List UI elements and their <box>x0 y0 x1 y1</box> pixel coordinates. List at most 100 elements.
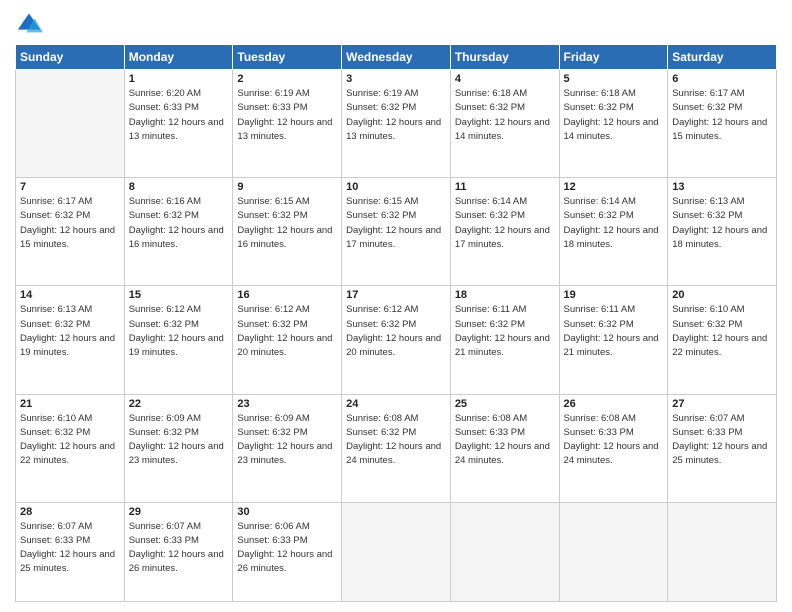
day-info: Sunrise: 6:12 AMSunset: 6:32 PMDaylight:… <box>237 303 337 360</box>
calendar-cell: 13 Sunrise: 6:13 AMSunset: 6:32 PMDaylig… <box>668 178 777 286</box>
calendar-cell <box>342 502 451 601</box>
calendar-cell <box>559 502 668 601</box>
day-number: 26 <box>564 398 664 410</box>
day-number: 15 <box>129 289 229 301</box>
day-info: Sunrise: 6:14 AMSunset: 6:32 PMDaylight:… <box>564 195 664 252</box>
day-info: Sunrise: 6:13 AMSunset: 6:32 PMDaylight:… <box>20 303 120 360</box>
day-number: 7 <box>20 181 120 193</box>
calendar-cell: 10 Sunrise: 6:15 AMSunset: 6:32 PMDaylig… <box>342 178 451 286</box>
day-info: Sunrise: 6:20 AMSunset: 6:33 PMDaylight:… <box>129 87 229 144</box>
calendar-cell: 21 Sunrise: 6:10 AMSunset: 6:32 PMDaylig… <box>16 394 125 502</box>
day-info: Sunrise: 6:10 AMSunset: 6:32 PMDaylight:… <box>672 303 772 360</box>
calendar-cell: 3 Sunrise: 6:19 AMSunset: 6:32 PMDayligh… <box>342 70 451 178</box>
calendar-cell: 19 Sunrise: 6:11 AMSunset: 6:32 PMDaylig… <box>559 286 668 394</box>
calendar-cell: 14 Sunrise: 6:13 AMSunset: 6:32 PMDaylig… <box>16 286 125 394</box>
day-info: Sunrise: 6:12 AMSunset: 6:32 PMDaylight:… <box>129 303 229 360</box>
calendar-cell: 27 Sunrise: 6:07 AMSunset: 6:33 PMDaylig… <box>668 394 777 502</box>
day-number: 14 <box>20 289 120 301</box>
day-number: 24 <box>346 398 446 410</box>
day-number: 13 <box>672 181 772 193</box>
day-info: Sunrise: 6:16 AMSunset: 6:32 PMDaylight:… <box>129 195 229 252</box>
calendar-cell: 1 Sunrise: 6:20 AMSunset: 6:33 PMDayligh… <box>124 70 233 178</box>
day-number: 30 <box>237 506 337 518</box>
day-info: Sunrise: 6:07 AMSunset: 6:33 PMDaylight:… <box>20 520 120 577</box>
calendar-cell: 22 Sunrise: 6:09 AMSunset: 6:32 PMDaylig… <box>124 394 233 502</box>
calendar-cell: 30 Sunrise: 6:06 AMSunset: 6:33 PMDaylig… <box>233 502 342 601</box>
calendar-cell: 7 Sunrise: 6:17 AMSunset: 6:32 PMDayligh… <box>16 178 125 286</box>
day-header-sunday: Sunday <box>16 45 125 70</box>
day-number: 9 <box>237 181 337 193</box>
day-info: Sunrise: 6:14 AMSunset: 6:32 PMDaylight:… <box>455 195 555 252</box>
calendar-cell: 15 Sunrise: 6:12 AMSunset: 6:32 PMDaylig… <box>124 286 233 394</box>
day-header-row: SundayMondayTuesdayWednesdayThursdayFrid… <box>16 45 777 70</box>
day-info: Sunrise: 6:07 AMSunset: 6:33 PMDaylight:… <box>129 520 229 577</box>
day-number: 25 <box>455 398 555 410</box>
day-info: Sunrise: 6:17 AMSunset: 6:32 PMDaylight:… <box>672 87 772 144</box>
day-header-saturday: Saturday <box>668 45 777 70</box>
day-header-wednesday: Wednesday <box>342 45 451 70</box>
day-number: 1 <box>129 73 229 85</box>
day-info: Sunrise: 6:10 AMSunset: 6:32 PMDaylight:… <box>20 412 120 469</box>
day-number: 18 <box>455 289 555 301</box>
day-info: Sunrise: 6:11 AMSunset: 6:32 PMDaylight:… <box>564 303 664 360</box>
calendar-header: SundayMondayTuesdayWednesdayThursdayFrid… <box>16 45 777 70</box>
day-header-tuesday: Tuesday <box>233 45 342 70</box>
calendar-cell: 2 Sunrise: 6:19 AMSunset: 6:33 PMDayligh… <box>233 70 342 178</box>
logo-icon <box>15 10 43 38</box>
day-number: 4 <box>455 73 555 85</box>
day-info: Sunrise: 6:11 AMSunset: 6:32 PMDaylight:… <box>455 303 555 360</box>
calendar-cell: 9 Sunrise: 6:15 AMSunset: 6:32 PMDayligh… <box>233 178 342 286</box>
calendar-cell: 23 Sunrise: 6:09 AMSunset: 6:32 PMDaylig… <box>233 394 342 502</box>
day-number: 29 <box>129 506 229 518</box>
calendar-table: SundayMondayTuesdayWednesdayThursdayFrid… <box>15 44 777 602</box>
day-info: Sunrise: 6:18 AMSunset: 6:32 PMDaylight:… <box>455 87 555 144</box>
calendar-cell <box>668 502 777 601</box>
calendar-cell: 18 Sunrise: 6:11 AMSunset: 6:32 PMDaylig… <box>450 286 559 394</box>
day-info: Sunrise: 6:09 AMSunset: 6:32 PMDaylight:… <box>129 412 229 469</box>
calendar-cell: 28 Sunrise: 6:07 AMSunset: 6:33 PMDaylig… <box>16 502 125 601</box>
day-number: 10 <box>346 181 446 193</box>
calendar-cell: 20 Sunrise: 6:10 AMSunset: 6:32 PMDaylig… <box>668 286 777 394</box>
day-number: 11 <box>455 181 555 193</box>
day-number: 6 <box>672 73 772 85</box>
day-number: 28 <box>20 506 120 518</box>
calendar-cell: 24 Sunrise: 6:08 AMSunset: 6:32 PMDaylig… <box>342 394 451 502</box>
calendar-body: 1 Sunrise: 6:20 AMSunset: 6:33 PMDayligh… <box>16 70 777 602</box>
day-number: 19 <box>564 289 664 301</box>
day-info: Sunrise: 6:19 AMSunset: 6:33 PMDaylight:… <box>237 87 337 144</box>
day-header-friday: Friday <box>559 45 668 70</box>
calendar-week-3: 14 Sunrise: 6:13 AMSunset: 6:32 PMDaylig… <box>16 286 777 394</box>
day-info: Sunrise: 6:09 AMSunset: 6:32 PMDaylight:… <box>237 412 337 469</box>
calendar-week-4: 21 Sunrise: 6:10 AMSunset: 6:32 PMDaylig… <box>16 394 777 502</box>
day-info: Sunrise: 6:19 AMSunset: 6:32 PMDaylight:… <box>346 87 446 144</box>
calendar-cell: 8 Sunrise: 6:16 AMSunset: 6:32 PMDayligh… <box>124 178 233 286</box>
calendar-week-1: 1 Sunrise: 6:20 AMSunset: 6:33 PMDayligh… <box>16 70 777 178</box>
day-number: 8 <box>129 181 229 193</box>
calendar-cell: 25 Sunrise: 6:08 AMSunset: 6:33 PMDaylig… <box>450 394 559 502</box>
calendar-cell: 6 Sunrise: 6:17 AMSunset: 6:32 PMDayligh… <box>668 70 777 178</box>
day-info: Sunrise: 6:08 AMSunset: 6:33 PMDaylight:… <box>564 412 664 469</box>
calendar-cell: 26 Sunrise: 6:08 AMSunset: 6:33 PMDaylig… <box>559 394 668 502</box>
day-number: 16 <box>237 289 337 301</box>
calendar-cell: 29 Sunrise: 6:07 AMSunset: 6:33 PMDaylig… <box>124 502 233 601</box>
day-number: 22 <box>129 398 229 410</box>
day-header-monday: Monday <box>124 45 233 70</box>
day-info: Sunrise: 6:08 AMSunset: 6:32 PMDaylight:… <box>346 412 446 469</box>
day-number: 3 <box>346 73 446 85</box>
day-number: 5 <box>564 73 664 85</box>
day-number: 17 <box>346 289 446 301</box>
calendar-cell: 17 Sunrise: 6:12 AMSunset: 6:32 PMDaylig… <box>342 286 451 394</box>
day-info: Sunrise: 6:17 AMSunset: 6:32 PMDaylight:… <box>20 195 120 252</box>
day-number: 20 <box>672 289 772 301</box>
calendar-cell: 4 Sunrise: 6:18 AMSunset: 6:32 PMDayligh… <box>450 70 559 178</box>
calendar-cell: 12 Sunrise: 6:14 AMSunset: 6:32 PMDaylig… <box>559 178 668 286</box>
day-info: Sunrise: 6:15 AMSunset: 6:32 PMDaylight:… <box>346 195 446 252</box>
logo <box>15 10 47 38</box>
header <box>15 10 777 38</box>
day-info: Sunrise: 6:07 AMSunset: 6:33 PMDaylight:… <box>672 412 772 469</box>
calendar-cell <box>450 502 559 601</box>
day-info: Sunrise: 6:13 AMSunset: 6:32 PMDaylight:… <box>672 195 772 252</box>
calendar-cell: 16 Sunrise: 6:12 AMSunset: 6:32 PMDaylig… <box>233 286 342 394</box>
day-number: 2 <box>237 73 337 85</box>
day-info: Sunrise: 6:12 AMSunset: 6:32 PMDaylight:… <box>346 303 446 360</box>
